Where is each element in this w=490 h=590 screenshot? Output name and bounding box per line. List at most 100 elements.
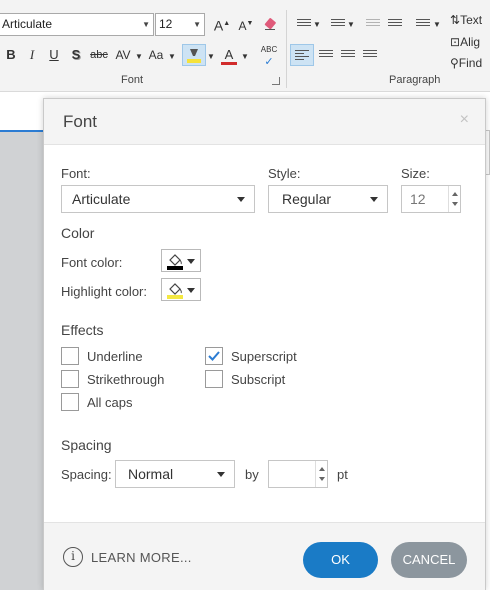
spacing-label: Spacing: [61,467,112,482]
highlight-color-picker[interactable] [161,278,201,301]
line-spacing-icon [416,19,430,28]
spin-down-icon[interactable] [452,202,458,206]
ribbon-font-size-value: 12 [159,17,173,31]
spacing-select-value: Normal [128,466,174,482]
character-spacing-button[interactable]: AV [112,44,134,66]
grow-font-button[interactable]: A▲ [212,13,232,35]
increase-indent-icon [388,19,402,28]
size-label: Size: [401,166,430,181]
align-text-button[interactable]: ⊡Alig [450,31,490,53]
highlighter-icon [187,49,201,63]
info-icon[interactable]: i [63,547,83,567]
decrease-indent-button[interactable] [364,13,382,35]
strikethrough-button[interactable]: abc [88,44,110,66]
font-dialog-launcher-icon[interactable] [272,77,280,85]
spell-check-label: ABC [260,45,278,54]
strikethrough-label: Strikethrough [87,372,165,387]
close-icon[interactable]: × [460,111,469,129]
text-direction-icon: ⇅ [450,13,461,27]
numbering-icon [331,19,345,28]
shadow-button[interactable]: S [67,44,85,66]
font-dialog: Font × Font: Articulate Style: Regular S… [43,98,486,590]
spacing-spinner-buttons[interactable] [315,461,327,487]
superscript-label: Superscript [231,349,297,364]
font-color-button[interactable]: A [218,44,240,66]
underline-checkbox[interactable] [61,347,79,365]
spin-up-icon[interactable] [319,467,325,471]
size-spinner[interactable]: 12 [401,185,461,213]
spell-check-button[interactable]: ABC ✓ [258,44,280,68]
spin-down-icon[interactable] [319,477,325,481]
checkmark-icon [208,351,220,361]
chevron-down-icon: ▼ [193,20,201,29]
superscript-checkbox[interactable] [205,347,223,365]
font-select[interactable]: Articulate [61,185,255,213]
chevron-down-icon[interactable]: ▼ [135,46,143,68]
chevron-down-icon [217,472,225,477]
strikethrough-checkbox[interactable] [61,370,79,388]
spacing-select[interactable]: Normal [115,460,235,488]
find-button[interactable]: ⚲Find [450,52,490,74]
chevron-down-icon[interactable]: ▼ [207,46,215,68]
align-center-icon [319,50,333,59]
dialog-header: Font × [44,99,485,145]
style-select[interactable]: Regular [268,185,388,213]
ok-button[interactable]: OK [303,542,378,578]
highlight-color-label: Highlight color: [61,284,147,299]
ribbon: Articulate ▼ 12 ▼ A▲ A▼ B I U S abc AV ▼… [0,0,490,92]
increase-indent-button[interactable] [386,13,404,35]
chevron-down-icon[interactable]: ▼ [347,14,355,36]
justify-button[interactable] [360,44,380,66]
size-value: 12 [410,191,426,207]
bullets-icon [297,19,311,28]
ribbon-font-name-combo[interactable]: Articulate ▼ [0,13,154,36]
ribbon-font-size-combo[interactable]: 12 ▼ [155,13,205,36]
font-color-label: Font color: [61,255,123,270]
text-direction-label: Text [460,13,483,27]
bullets-button[interactable] [294,13,312,35]
bold-button[interactable]: B [2,44,20,66]
size-spinner-buttons[interactable] [448,186,460,212]
align-left-button[interactable] [290,44,314,66]
text-highlight-button[interactable] [182,44,206,66]
paragraph-group-label: Paragraph [389,74,441,86]
learn-more-link[interactable]: LEARN MORE... [91,550,192,565]
by-label: by [245,467,259,482]
shrink-font-button[interactable]: A▼ [236,13,256,35]
clear-formatting-button[interactable] [260,13,280,35]
justify-icon [363,50,377,59]
underline-button[interactable]: U [45,44,63,66]
chevron-down-icon[interactable]: ▼ [241,46,249,68]
style-label: Style: [268,166,301,181]
font-select-value: Articulate [72,191,131,207]
all-caps-checkbox[interactable] [61,393,79,411]
spin-up-icon[interactable] [452,192,458,196]
change-case-icon: Aa [148,48,164,62]
chevron-down-icon: ▼ [142,20,150,29]
line-spacing-button[interactable] [412,13,430,35]
chevron-down-icon[interactable]: ▼ [433,14,441,36]
cancel-button[interactable]: CANCEL [391,542,467,578]
change-case-button[interactable]: Aa [146,44,166,66]
align-right-button[interactable] [338,44,358,66]
text-direction-button[interactable]: ⇅Text [450,9,490,31]
italic-button[interactable]: I [23,44,41,66]
chevron-down-icon [187,259,195,264]
paint-bucket-icon [167,283,183,299]
eraser-icon [264,18,276,30]
numbering-button[interactable] [328,13,346,35]
spacing-amount-spinner[interactable] [268,460,328,488]
font-color-picker[interactable] [161,249,201,272]
font-color-bar [221,62,237,65]
chevron-down-icon[interactable]: ▼ [168,46,176,68]
all-caps-label: All caps [87,395,133,410]
align-center-button[interactable] [316,44,336,66]
font-color-icon: A [224,47,234,62]
effects-section-heading: Effects [61,322,104,338]
subscript-checkbox[interactable] [205,370,223,388]
decrease-indent-icon [366,19,380,28]
dialog-title: Font [63,112,98,131]
chevron-down-icon[interactable]: ▼ [313,14,321,36]
paint-bucket-icon [167,254,183,270]
align-text-label: Alig [460,35,481,49]
